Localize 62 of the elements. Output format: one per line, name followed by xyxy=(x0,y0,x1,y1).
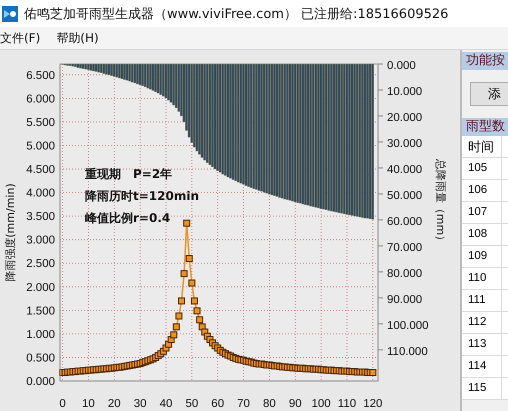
table-cell: 108 xyxy=(462,224,502,245)
table-cell: 106 xyxy=(462,180,502,201)
tick-label: 40 xyxy=(160,398,172,410)
tick-label: 5.500 xyxy=(26,116,55,129)
tick-label: 2.000 xyxy=(26,282,55,294)
table-cell: 115 xyxy=(462,378,502,399)
add-button[interactable]: 添 xyxy=(470,82,508,106)
tick-label: 70 xyxy=(237,398,250,410)
tick-label: 10.000 xyxy=(387,86,422,98)
tick-label: 50.000 xyxy=(387,190,422,202)
tick-label: 3.500 xyxy=(26,211,55,224)
table-cell: 109 xyxy=(462,246,502,267)
table-cell: 113 xyxy=(462,334,502,355)
tick-label: 0.000 xyxy=(26,376,55,388)
axis-title: 降雨强度(mm/min) xyxy=(4,183,17,282)
table-cell: 107 xyxy=(462,202,502,223)
tick-label: 6.500 xyxy=(26,70,55,82)
tick-label: 0 xyxy=(59,398,66,410)
tick-label: 80 xyxy=(263,398,276,410)
tick-label: 0.500 xyxy=(26,352,55,364)
tick-label: 120 xyxy=(363,398,382,410)
tick-label: 4.500 xyxy=(26,164,55,176)
table-cell: 105 xyxy=(462,158,502,179)
tick-label: 90 xyxy=(288,398,302,410)
axis-title: 总降雨量（mm） xyxy=(434,158,447,246)
menu-item[interactable]: 文件(F) xyxy=(0,30,40,46)
tick-label: 80.000 xyxy=(387,268,422,280)
tick-label: 100 xyxy=(312,398,331,410)
tick-label: 40.000 xyxy=(387,164,422,176)
tick-label: 20.000 xyxy=(387,112,422,124)
chart-annotation: 峰值比例r=0.4 xyxy=(85,211,170,225)
tick-label: 90.000 xyxy=(387,294,422,306)
menu-item[interactable]: 帮助(H) xyxy=(56,30,99,46)
tick-label: 30 xyxy=(134,398,147,410)
table-cell: 112 xyxy=(462,312,502,333)
tick-label: 1.000 xyxy=(26,328,55,341)
tick-label: 4.000 xyxy=(26,188,55,200)
panel-header: 雨型数 xyxy=(462,118,508,136)
table-cell: 110 xyxy=(462,268,502,289)
chart-annotation: 降雨历时t=120min xyxy=(85,189,199,203)
tick-label: 70.000 xyxy=(387,242,422,254)
tick-label: 6.000 xyxy=(26,93,55,106)
tick-label: 20 xyxy=(108,398,121,410)
tick-label: 60 xyxy=(211,398,224,410)
window-title: 佑鸣芝加哥雨型生成器（www.viviFree.com） 已注册给:18516609526 xyxy=(24,6,448,22)
tick-label: 1.500 xyxy=(26,305,55,318)
tick-label: 100.000 xyxy=(387,320,429,332)
tick-label: 110 xyxy=(338,398,356,410)
tick-label: 0.000 xyxy=(387,60,416,72)
table-cell: 111 xyxy=(462,290,502,311)
tick-label: 110.000 xyxy=(387,346,428,358)
panel-header: 功能按 xyxy=(462,52,508,70)
column-header: 时间 xyxy=(462,136,502,157)
tick-label: 30.000 xyxy=(387,138,422,150)
tick-label: 5.000 xyxy=(26,140,55,152)
tick-label: 60.000 xyxy=(387,216,422,228)
tick-label: 3.000 xyxy=(26,234,55,247)
table-cell: 114 xyxy=(462,356,502,377)
tick-label: 50 xyxy=(185,398,198,410)
tick-label: 10 xyxy=(82,398,95,410)
tick-label: 2.500 xyxy=(26,258,55,270)
chart-annotation: 重现期 P=2年 xyxy=(85,167,172,181)
